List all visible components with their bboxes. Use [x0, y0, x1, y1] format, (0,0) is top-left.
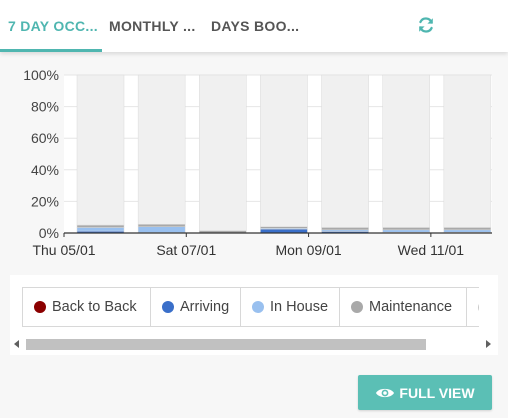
in-house-color-dot [252, 301, 264, 313]
legend-item-back-to-back[interactable]: Back to Back [23, 288, 151, 326]
bar-segment-vacant [260, 74, 308, 227]
full-view-button[interactable]: FULL VIEW [358, 375, 492, 410]
y-tick-label: 100% [23, 67, 59, 83]
active-tab-indicator [0, 49, 102, 52]
tab-days-booked[interactable]: DAYS BOO... [211, 18, 299, 34]
legend-label: Back to Back [52, 299, 137, 315]
legend: Back to Back Arriving In House Maintenan… [22, 287, 479, 327]
legend-label: In House [270, 299, 329, 315]
x-tick-label: Sat 07/01 [156, 242, 216, 258]
y-tick-label: 20% [31, 193, 59, 209]
bar-segment-in-house [382, 229, 430, 233]
eye-icon [376, 388, 395, 397]
legend-label: Maintenance [369, 299, 453, 315]
occupancy-chart: 0% 20% 40% 60% 80% 100% Thu 05/01 Sat 07/01 Mon … [0, 60, 508, 270]
x-tick-label: Mon 09/01 [275, 242, 341, 258]
bar-segment-in-house [137, 226, 186, 233]
bar-segment-vacant [382, 74, 430, 228]
legend-item-maintenance[interactable]: Maintenance [340, 288, 467, 326]
vacant-color-dot [478, 300, 479, 314]
bar-segment-in-house [76, 227, 125, 232]
tab-7-day-occupancy[interactable]: 7 DAY OCC... [8, 18, 98, 34]
bar-segment-maintenance [76, 224, 125, 228]
y-tick-label: 0% [39, 225, 59, 241]
y-tick-label: 80% [31, 99, 59, 115]
occupancy-chart-svg: 0% 20% 40% 60% 80% 100% Thu 05/01 Sat 07/01 Mon … [23, 67, 492, 258]
legend-scrollbar[interactable] [12, 336, 494, 352]
back-to-back-color-dot [34, 301, 46, 313]
bar-segment-maintenance [137, 224, 186, 227]
bar-segment-vacant [137, 74, 186, 225]
full-view-label: FULL VIEW [399, 384, 475, 401]
y-tick-label: 40% [31, 162, 59, 178]
legend-item-vacant[interactable]: V [467, 288, 479, 326]
legend-item-in-house[interactable]: In House [241, 288, 340, 326]
refresh-icon[interactable] [416, 15, 436, 35]
y-tick-label: 60% [31, 130, 59, 146]
bar-segment-vacant [321, 74, 369, 228]
tab-monthly[interactable]: MONTHLY ... [109, 18, 196, 34]
bar-segment-maintenance [382, 227, 430, 231]
maintenance-color-dot [351, 301, 363, 313]
scrollbar-thumb[interactable] [26, 339, 426, 350]
bar-segment-vacant [443, 74, 492, 228]
bar-segment-maintenance [443, 227, 492, 231]
legend-item-arriving[interactable]: Arriving [151, 288, 241, 326]
bar-segment-vacant [199, 74, 247, 231]
bar-segment-in-house [443, 229, 492, 233]
arriving-color-dot [162, 301, 174, 313]
scroll-right-arrow-icon[interactable] [486, 340, 491, 348]
scroll-left-arrow-icon[interactable] [14, 340, 19, 348]
legend-label: Arriving [180, 299, 230, 315]
x-tick-label: Wed 11/01 [398, 242, 465, 258]
bar-segment-vacant [76, 74, 125, 226]
tab-bar: 7 DAY OCC... MONTHLY ... DAYS BOO... [0, 0, 508, 52]
x-tick-label: Thu 05/01 [32, 242, 95, 258]
legend-panel: Back to Back Arriving In House Maintenan… [10, 275, 498, 355]
bar-segment-maintenance [321, 227, 369, 231]
